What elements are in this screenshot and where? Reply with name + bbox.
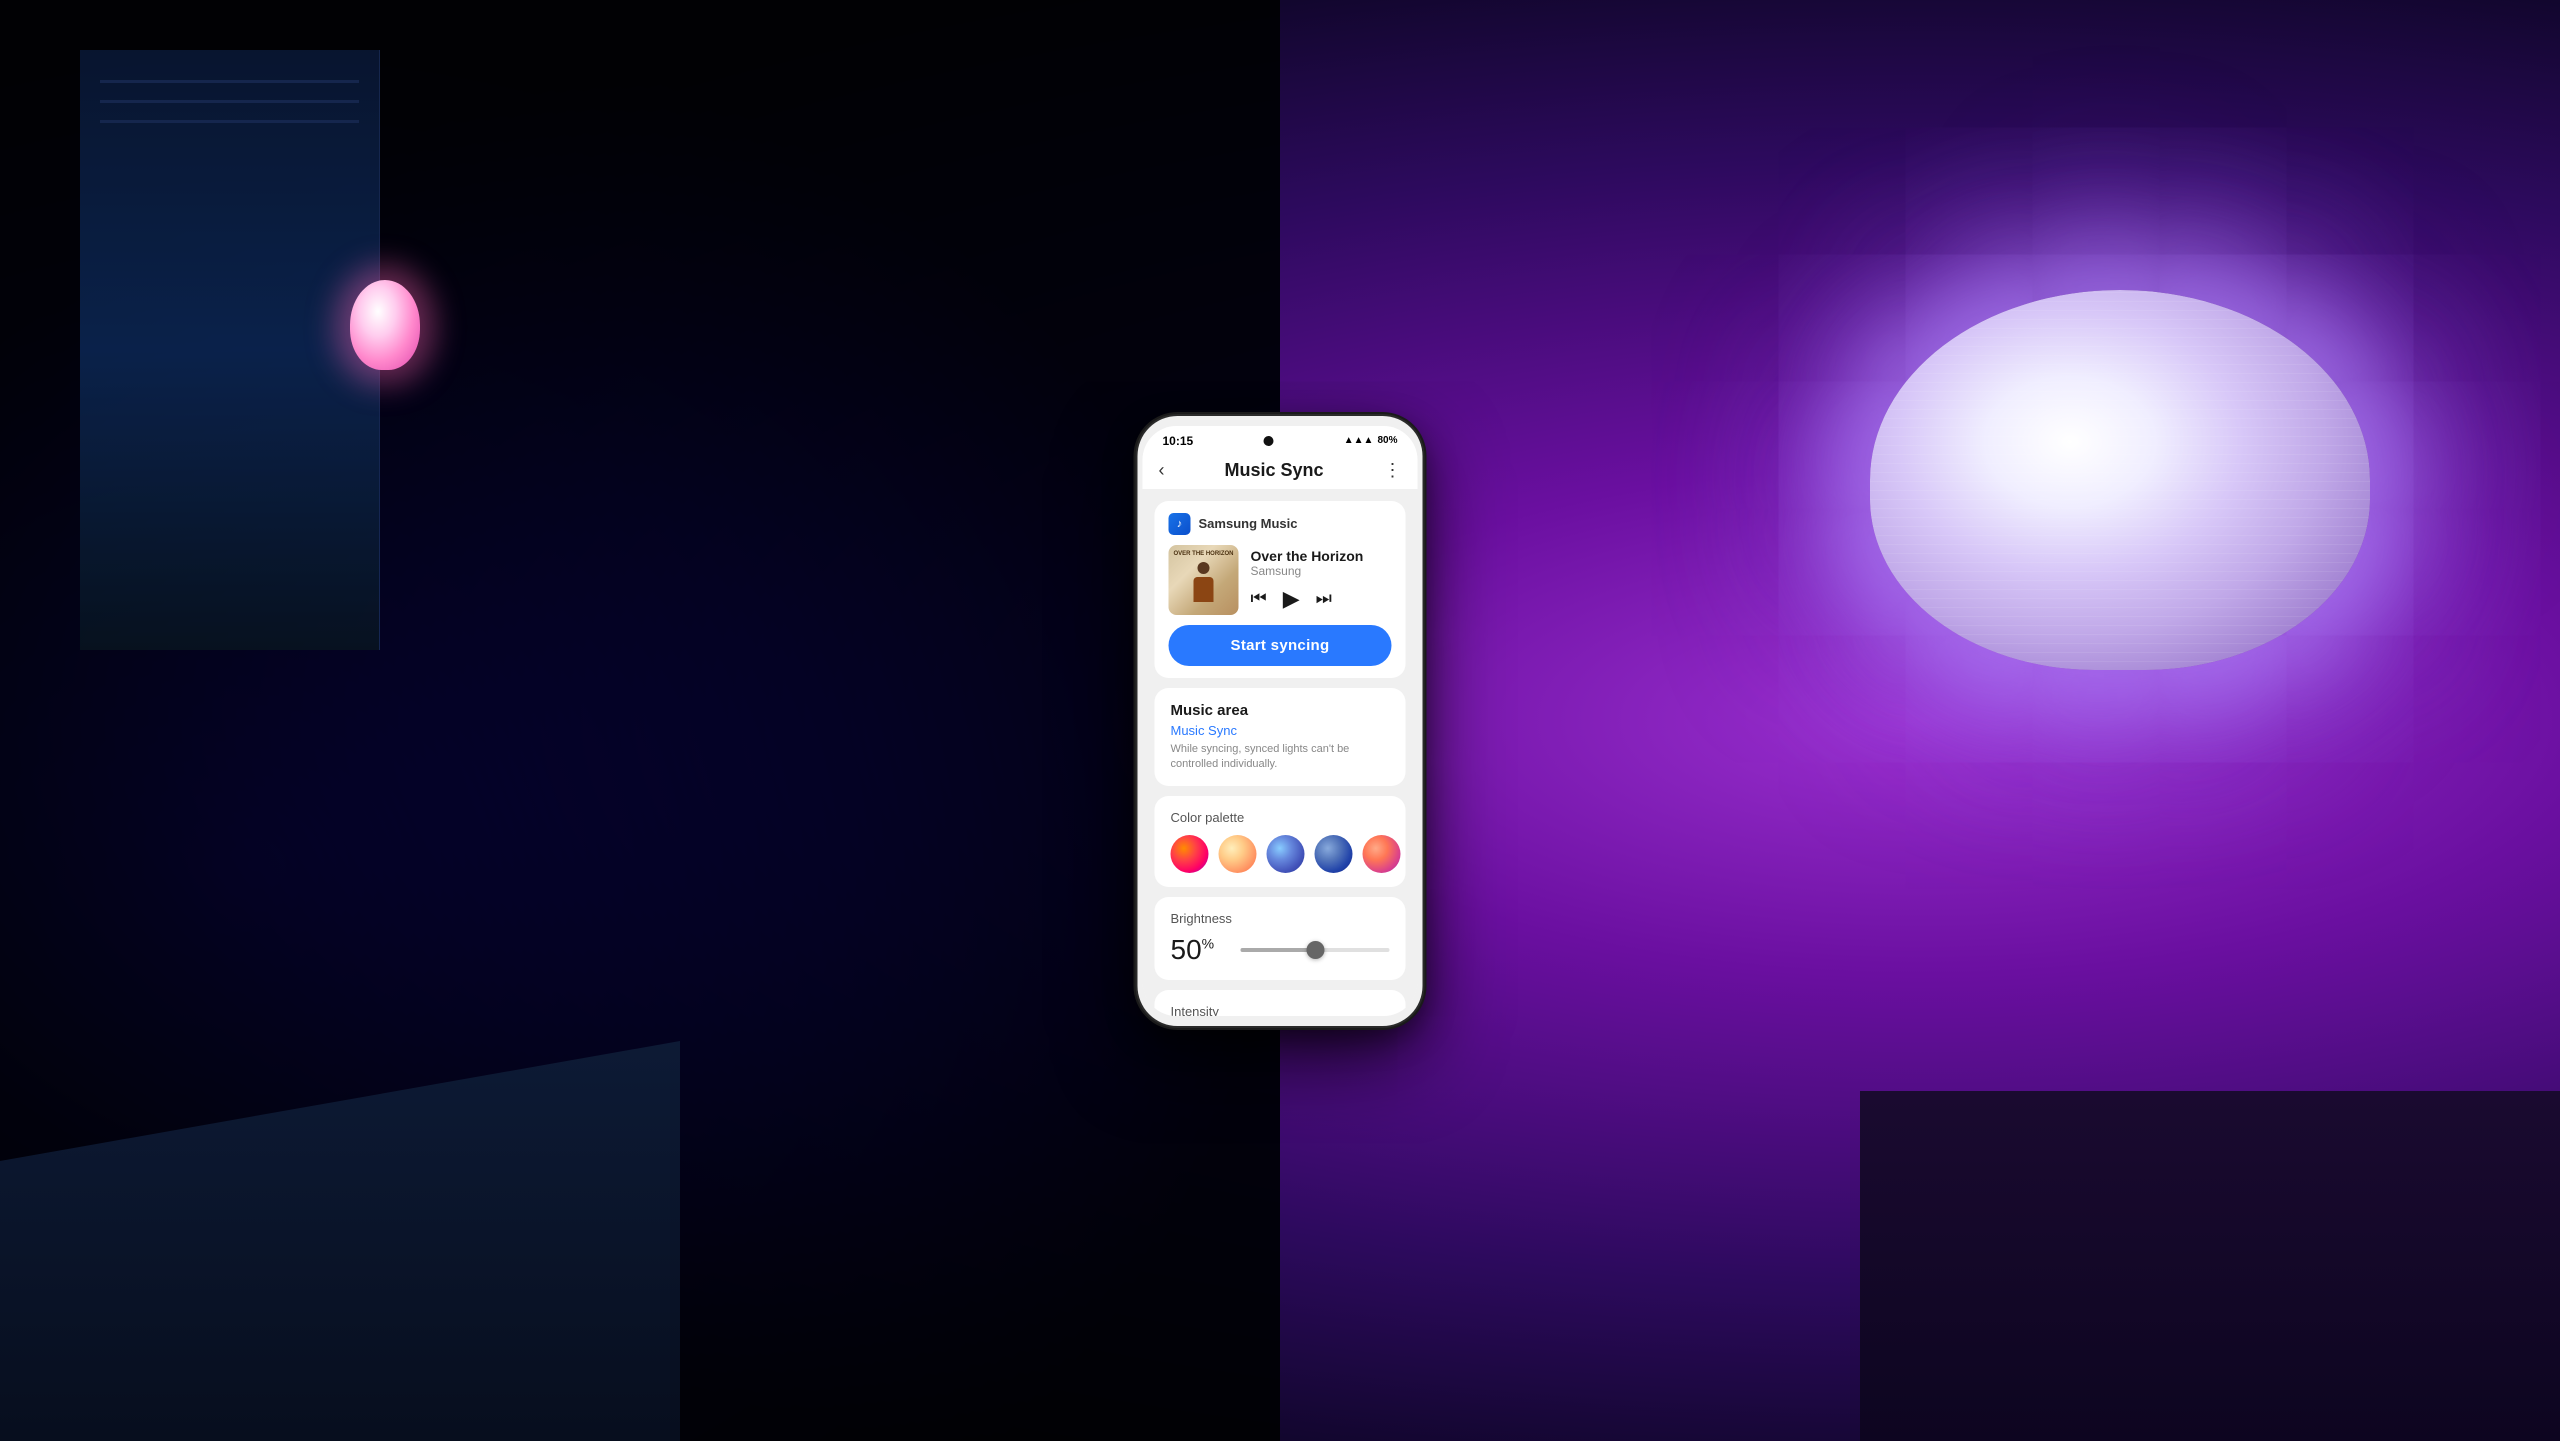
track-artist: Samsung [1251,564,1392,578]
large-lamp [1860,250,2380,670]
top-bar: ‹ Music Sync ⋮ [1143,452,1418,489]
brightness-slider[interactable] [1241,940,1390,960]
start-syncing-button[interactable]: Start syncing [1169,625,1392,666]
table-surface [1860,1091,2560,1441]
music-area-title: Music area [1171,702,1390,719]
track-info: Over the Horizon Samsung ⏮ ▶ ⏭ [1251,548,1392,612]
more-menu-button[interactable]: ⋮ [1383,460,1401,481]
brightness-row: 50% [1171,934,1390,966]
camera-notch [1263,436,1273,446]
swatch-ocean[interactable] [1315,835,1353,873]
status-bar: 10:15 ▲▲▲ 80% [1143,426,1418,452]
prev-button[interactable]: ⏮ [1251,588,1267,609]
play-button[interactable]: ▶ [1283,586,1300,612]
figure-head [1198,562,1210,574]
status-icons: ▲▲▲ 80% [1344,435,1398,446]
music-source-header: ♪ Samsung Music [1169,513,1392,535]
brightness-number: 50 [1171,934,1202,965]
music-sync-link[interactable]: Music Sync [1171,723,1390,738]
music-source-name: Samsung Music [1199,516,1298,531]
brightness-value: 50% [1171,934,1227,966]
samsung-music-icon: ♪ [1169,513,1191,535]
content-area: ♪ Samsung Music OVER THE HORIZON [1143,489,1418,1016]
phone-wrapper: 10:15 ▲▲▲ 80% ‹ Music Sync ⋮ [1138,416,1423,1026]
album-art-text: OVER THE HORIZON [1173,551,1235,558]
phone-device: 10:15 ▲▲▲ 80% ‹ Music Sync ⋮ [1138,416,1423,1026]
music-area-description: While syncing, synced lights can't be co… [1171,742,1390,773]
brightness-card: Brightness 50% [1155,897,1406,980]
small-lamp [340,280,430,400]
palette-swatches [1171,835,1390,873]
signal-icon: ▲▲▲ [1344,435,1374,446]
album-art-inner: OVER THE HORIZON [1169,545,1239,615]
music-area-card: Music area Music Sync While syncing, syn… [1155,688,1406,787]
brightness-label: Brightness [1171,911,1390,926]
intensity-label: Intensity [1171,1004,1390,1015]
slider-fill [1241,948,1316,952]
swatch-sunset[interactable] [1363,835,1401,873]
color-palette-label: Color palette [1171,810,1390,825]
brightness-unit: % [1202,936,1214,952]
album-art-figure [1189,562,1219,607]
phone-screen: 10:15 ▲▲▲ 80% ‹ Music Sync ⋮ [1143,426,1418,1016]
music-icon-symbol: ♪ [1177,518,1183,530]
battery-text: 80% [1377,435,1397,446]
album-art: OVER THE HORIZON [1169,545,1239,615]
color-palette-card: Color palette [1155,796,1406,887]
status-time: 10:15 [1163,434,1194,448]
swatch-blue-fade[interactable] [1267,835,1305,873]
swatch-warm[interactable] [1171,835,1209,873]
swatch-peach[interactable] [1219,835,1257,873]
now-playing: OVER THE HORIZON Over the Horizon Samsun… [1169,545,1392,615]
bg-window [80,50,380,650]
track-title: Over the Horizon [1251,548,1392,564]
music-player-card: ♪ Samsung Music OVER THE HORIZON [1155,501,1406,678]
figure-body [1194,577,1214,602]
intensity-card: Intensity Subtle [1155,990,1406,1015]
page-title: Music Sync [1224,460,1323,481]
slider-thumb[interactable] [1306,941,1324,959]
back-button[interactable]: ‹ [1159,460,1165,481]
next-button[interactable]: ⏭ [1316,588,1332,609]
playback-controls: ⏮ ▶ ⏭ [1251,586,1392,612]
